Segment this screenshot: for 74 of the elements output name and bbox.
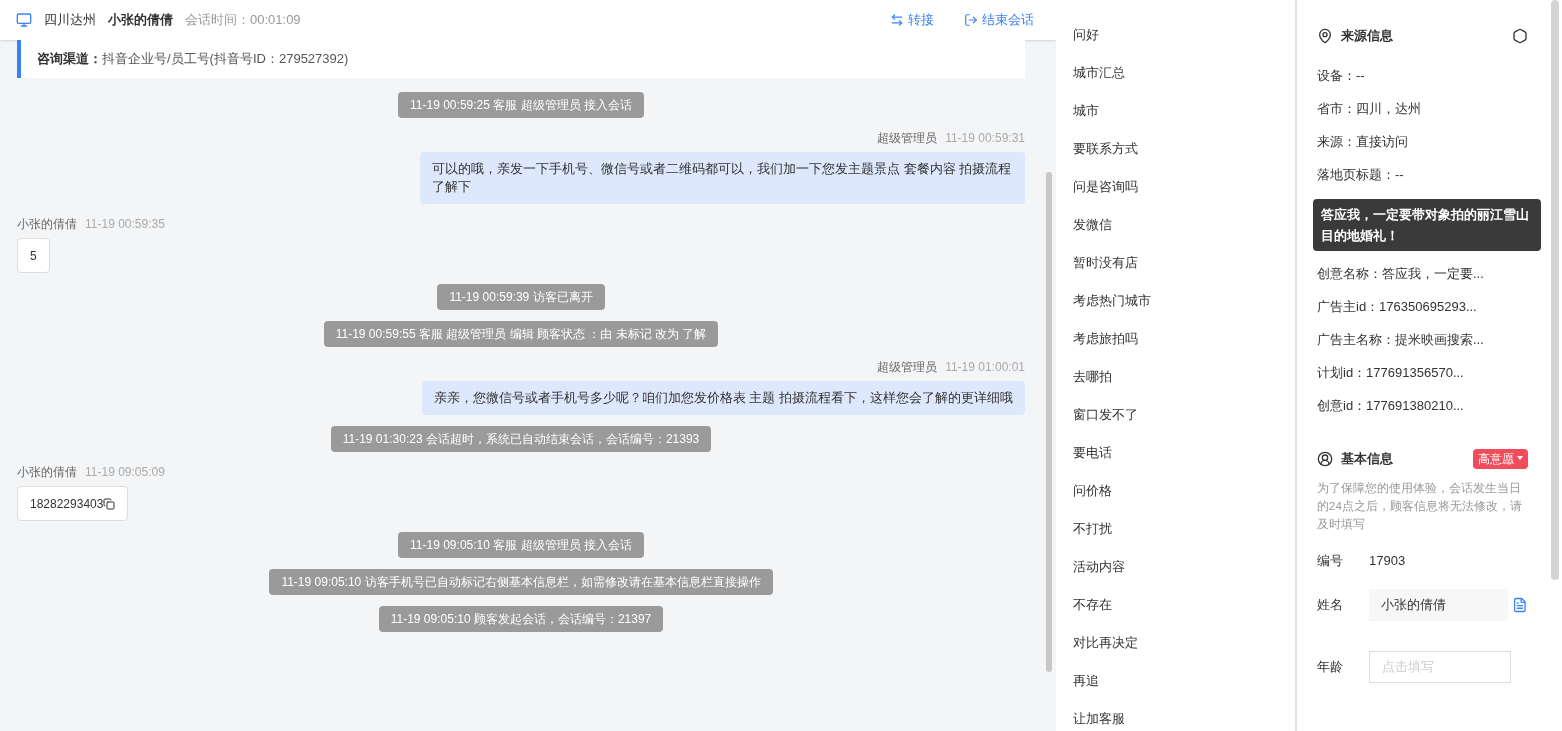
system-notice: 11-19 00:59:39 访客已离开 [437, 284, 605, 310]
user-circle-icon [1317, 450, 1333, 467]
quick-reply-item[interactable]: 问价格 [1073, 472, 1295, 510]
message-time: 11-19 00:59:31 [945, 130, 1025, 147]
sender-name: 超级管理员 [877, 130, 938, 147]
quick-reply-item[interactable]: 活动内容 [1073, 548, 1295, 586]
system-notice: 11-19 09:05:10 访客手机号已自动标记右侧基本信息栏，如需修改请在基本信息栏直接操作 [269, 569, 773, 595]
location-pin-icon [1317, 27, 1333, 44]
tooltip: 答应我，一定要带对象拍的丽江雪山目的地婚礼！ [1313, 198, 1541, 251]
quick-reply-item[interactable]: 发微信 [1073, 206, 1295, 244]
session-duration: 会话时间：00:01:09 [185, 11, 301, 30]
source-info-row-text: 计划id：177691356570... [1317, 364, 1465, 383]
source-info-row-text: 广告主名称：提米映画搜索... [1317, 331, 1485, 350]
header-action-link[interactable]: 转接 [890, 10, 934, 30]
quick-reply-item[interactable]: 考虑旅拍吗 [1073, 320, 1295, 358]
quick-reply-item[interactable]: 要电话 [1073, 434, 1295, 472]
info-note: 为了保障您的使用体验，会话发生当日的24点之后，顾客信息将无法修改，请及时填写 [1317, 480, 1523, 532]
source-info-row-text: 设备：-- [1317, 67, 1366, 86]
source-info-row-text: 广告主id：176350695293... [1317, 298, 1478, 317]
document-icon[interactable] [1512, 596, 1528, 613]
sender-name: 超级管理员 [877, 359, 938, 376]
caret-icon [1517, 456, 1523, 461]
scrollbar-thumb[interactable] [1551, 0, 1559, 580]
system-notice: 11-19 00:59:25 客服 超级管理员 接入会话 [398, 92, 644, 118]
visitor-message-bubble: 5 [17, 238, 50, 273]
sender-name: 小张的倩倩 [17, 464, 77, 481]
system-notice: 11-19 00:59:55 客服 超级管理员 编辑 顾客状态 ：由 未标记 改为 了解 [323, 321, 719, 347]
quick-reply-item[interactable]: 窗口发不了 [1073, 396, 1295, 434]
section-title: 来源信息 [1341, 27, 1394, 45]
location-text: 四川达州 [44, 11, 96, 30]
quick-reply-item[interactable]: 问是咨询吗 [1073, 168, 1295, 206]
message-time: 11-19 01:00:01 [945, 359, 1025, 376]
field-label: 姓名 [1317, 595, 1344, 614]
quick-reply-item[interactable]: 让加客服 [1073, 700, 1295, 731]
quick-reply-item[interactable]: 考虑热门城市 [1073, 282, 1295, 320]
quick-reply-item[interactable]: 再追 [1073, 662, 1295, 700]
message-time: 11-19 00:59:35 [85, 216, 165, 233]
copy-icon[interactable] [103, 497, 116, 510]
field-label: 编号 [1317, 551, 1344, 570]
quick-reply-item[interactable]: 城市汇总 [1073, 54, 1295, 92]
quick-reply-item[interactable]: 去哪拍 [1073, 358, 1295, 396]
intent-tag[interactable]: 高意愿 [1473, 448, 1528, 469]
quick-reply-item[interactable]: 对比再决定 [1073, 624, 1295, 662]
agent-message-bubble: 亲亲，您微信号或者手机号多少呢？咱们加您发价格表 主题 拍摄流程看下，这样您会了解的更详细哦 [421, 381, 1025, 415]
field-value: 17903 [1369, 551, 1406, 570]
source-info-row-text: 创意名称：答应我，一定要... [1317, 265, 1485, 284]
source-info-row-text: 来源：直接访问 [1317, 133, 1409, 152]
section-title: 基本信息 [1341, 449, 1394, 468]
system-notice: 11-19 09:05:10 客服 超级管理员 接入会话 [398, 532, 644, 558]
name-field[interactable]: 小张的倩倩 [1369, 588, 1509, 621]
exit-icon [964, 13, 978, 27]
quick-reply-item[interactable]: 城市 [1073, 92, 1295, 130]
sender-name: 小张的倩倩 [17, 216, 77, 233]
quick-reply-item[interactable]: 不存在 [1073, 586, 1295, 624]
source-info-row-text: 创意id：177691380210... [1317, 397, 1465, 416]
source-info-row-text: 落地页标题：-- [1317, 166, 1405, 185]
quick-reply-item[interactable]: 问好 [1073, 16, 1295, 54]
channel-label: 咨询渠道： [37, 50, 102, 69]
swap-arrows-icon [890, 13, 904, 27]
agent-message-bubble: 可以的哦，亲发一下手机号、微信号或者二维码都可以，我们加一下您发主题景点 套餐内容 拍摄流程了解下 [420, 152, 1025, 204]
quick-reply-item[interactable]: 不打扰 [1073, 510, 1295, 548]
field-label: 年龄 [1317, 657, 1344, 676]
source-info-row-text: 省市：四川，达州 [1317, 100, 1422, 119]
header-action-link[interactable]: 结束会话 [964, 10, 1034, 30]
quick-reply-item[interactable]: 要联系方式 [1073, 130, 1295, 168]
system-notice: 11-19 01:30:23 会话超时，系统已自动结束会话，会话编号：21393 [330, 426, 712, 452]
system-notice: 11-19 09:05:10 顾客发起会话，会话编号：21397 [378, 606, 664, 632]
channel-value: 抖音企业号/员工号(抖音号ID：279527392) [102, 50, 349, 69]
customer-name: 小张的倩倩 [108, 11, 173, 30]
visitor-message-bubble: 18282293403 [17, 486, 129, 521]
monitor-icon [16, 12, 32, 28]
message-time: 11-19 09:05:09 [85, 464, 165, 481]
scrollbar-thumb[interactable] [1046, 172, 1052, 672]
quick-reply-item[interactable]: 暂时没有店 [1073, 244, 1295, 282]
